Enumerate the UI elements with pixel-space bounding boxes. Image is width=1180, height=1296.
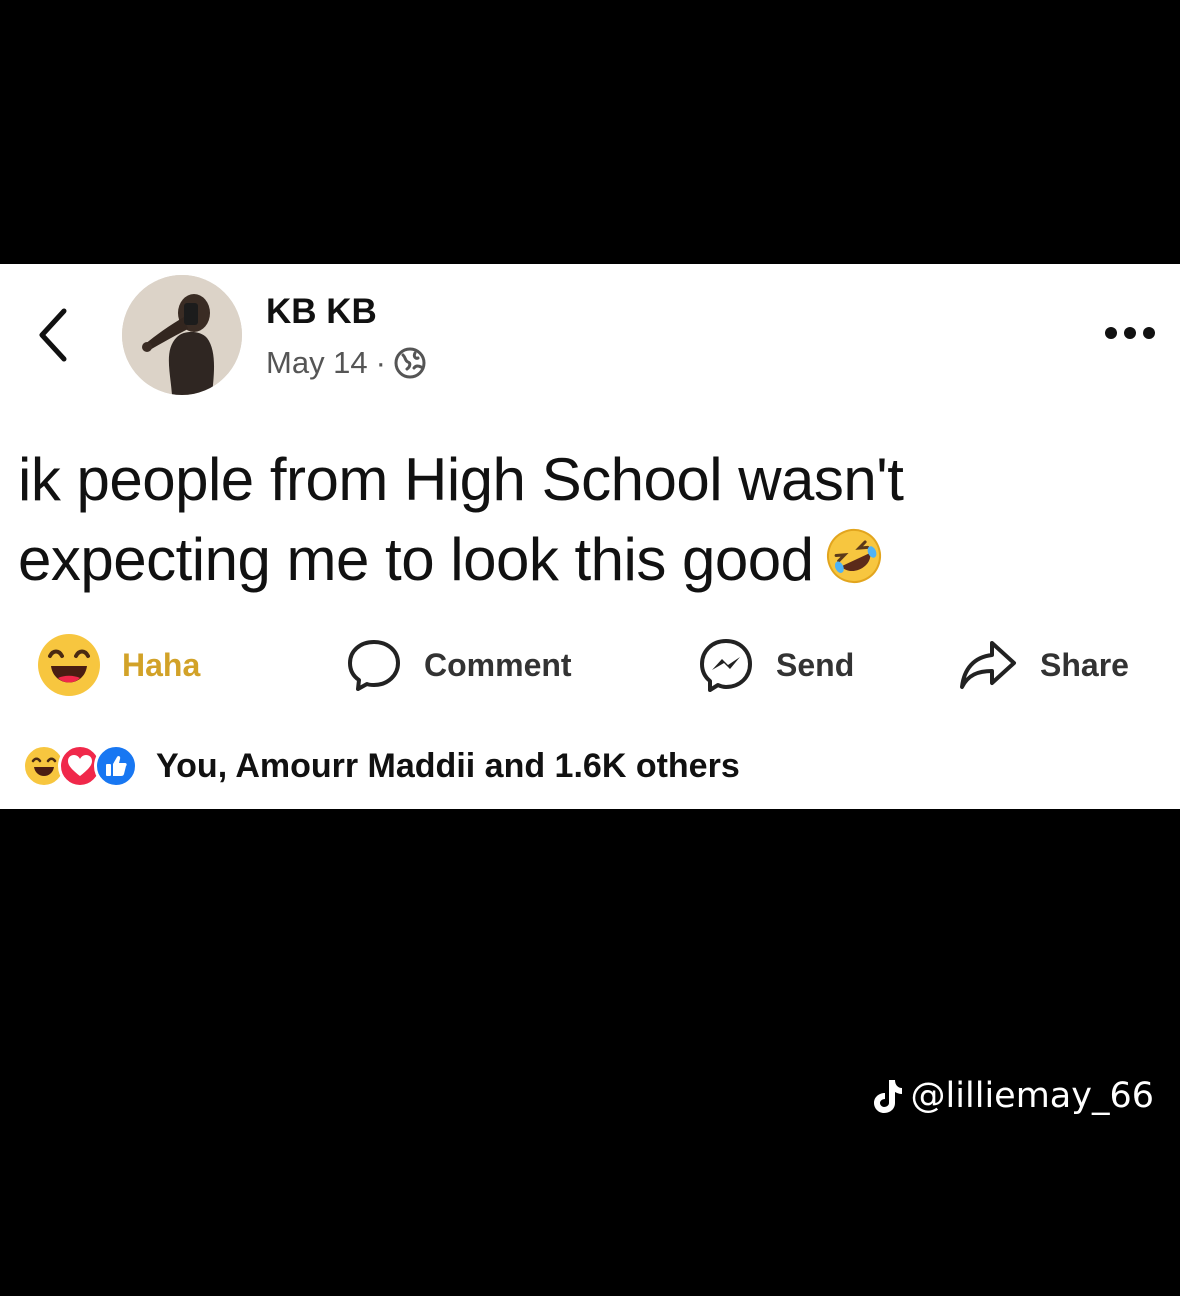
more-icon bbox=[1105, 327, 1117, 339]
globe-icon bbox=[394, 347, 426, 379]
share-label: Share bbox=[1040, 646, 1129, 683]
post-text-line-2-text: expecting me to look this good bbox=[18, 526, 814, 593]
more-icon-dot bbox=[1143, 327, 1155, 339]
send-label: Send bbox=[776, 646, 855, 683]
meta-separator: · bbox=[375, 345, 386, 380]
haha-button[interactable]: Haha bbox=[36, 625, 200, 705]
post-date[interactable]: May 14 bbox=[266, 345, 368, 381]
post-text: ik people from High School wasn't expect… bbox=[18, 440, 1158, 600]
share-icon bbox=[960, 641, 1016, 689]
avatar[interactable] bbox=[122, 275, 242, 395]
author-name[interactable]: KB KB bbox=[266, 292, 377, 332]
comment-label: Comment bbox=[424, 646, 572, 683]
send-button[interactable]: Send bbox=[698, 625, 854, 705]
more-options-button[interactable] bbox=[1098, 318, 1162, 348]
reaction-icons bbox=[22, 744, 138, 788]
post-meta: May 14 · bbox=[266, 345, 426, 381]
comment-button[interactable]: Comment bbox=[346, 625, 572, 705]
more-icon-dot bbox=[1124, 327, 1136, 339]
avatar-photo bbox=[122, 275, 242, 395]
reactions-row[interactable]: You, Amourr Maddii and 1.6K others bbox=[22, 744, 740, 788]
haha-label: Haha bbox=[122, 646, 201, 683]
like-icon bbox=[94, 744, 138, 788]
comment-icon bbox=[348, 640, 400, 691]
messenger-icon bbox=[700, 639, 752, 692]
back-button[interactable] bbox=[28, 300, 76, 370]
post-text-line-1: ik people from High School wasn't bbox=[18, 446, 904, 513]
reactions-summary[interactable]: You, Amourr Maddii and 1.6K others bbox=[156, 747, 740, 786]
rofl-emoji-icon bbox=[826, 529, 881, 583]
post-text-line-2: expecting me to look this good bbox=[18, 520, 1158, 600]
back-icon bbox=[39, 308, 67, 362]
action-bar: Haha Comment Send Share bbox=[0, 625, 1180, 705]
tiktok-watermark: @lilliemay_66 bbox=[871, 1076, 1154, 1116]
haha-icon bbox=[38, 634, 100, 696]
watermark-handle: @lilliemay_66 bbox=[910, 1076, 1154, 1116]
tiktok-icon bbox=[873, 1080, 902, 1113]
share-button[interactable]: Share bbox=[958, 625, 1129, 705]
